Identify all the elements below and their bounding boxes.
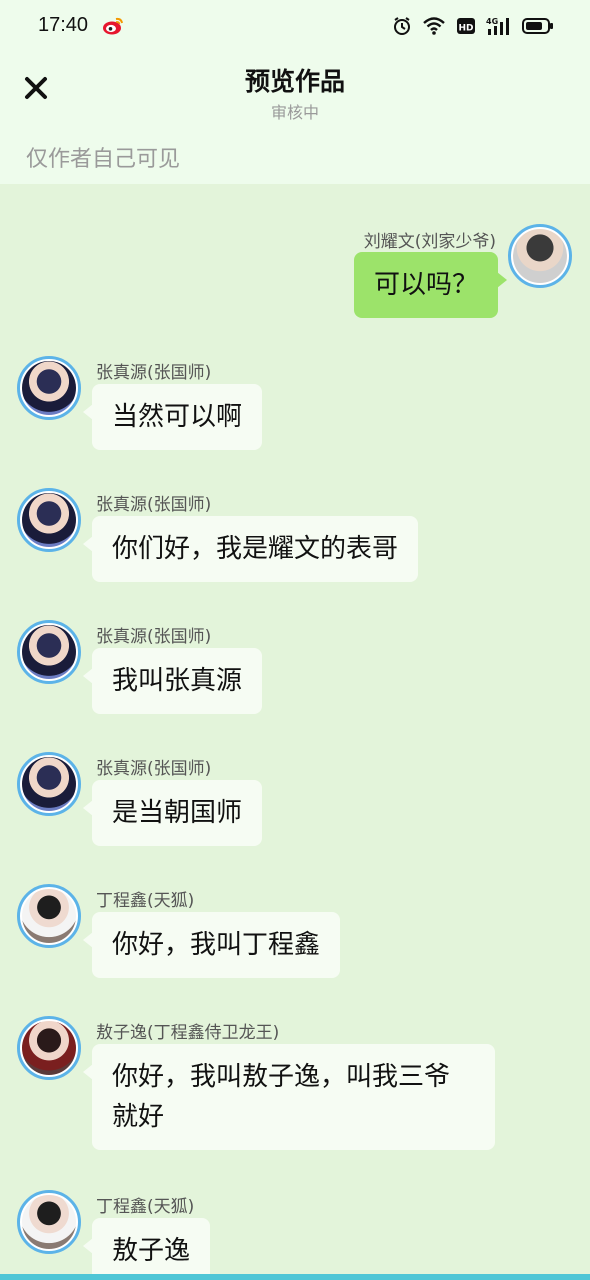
hd-icon: HD	[457, 18, 475, 34]
avatar[interactable]	[17, 884, 81, 948]
sender-name: 丁程鑫(天狐)	[96, 891, 195, 911]
avatar[interactable]	[17, 620, 81, 684]
sender-name: 张真源(张国师)	[96, 495, 212, 515]
message-bubble[interactable]: 是当朝国师	[82, 780, 263, 846]
weibo-icon	[103, 17, 123, 35]
sender-name: 刘耀文(刘家少爷)	[363, 232, 496, 252]
avatar[interactable]	[17, 356, 81, 420]
avatar[interactable]	[17, 752, 81, 816]
avatar[interactable]	[17, 1190, 81, 1254]
sender-name: 丁程鑫(天狐)	[96, 1197, 195, 1217]
status-bar: 17:40 HD 4G	[0, 0, 590, 52]
message-bubble[interactable]: 你们好，我是耀文的表哥	[82, 516, 419, 582]
signal-4g-icon: 4G	[486, 17, 509, 35]
message-bubble[interactable]: 我叫张真源	[82, 648, 263, 714]
message-bubble[interactable]: 敖子逸	[82, 1218, 211, 1274]
review-status: 审核中	[270, 103, 319, 122]
visibility-note: 仅作者自己可见	[26, 147, 181, 172]
chat-list[interactable]: 刘耀文(刘家少爷) 可以吗？ 张真源(张国师) 当然可以啊 张真源(张国师) 你…	[0, 184, 590, 1274]
message-bubble[interactable]: 你好，我叫敖子逸，叫我三爷就好	[83, 1044, 495, 1150]
bottom-bar	[0, 1274, 590, 1280]
page-title: 预览作品	[244, 67, 345, 96]
top-area: 17:40 HD 4G 预览作品 审核中 仅作者自己可见	[0, 0, 590, 184]
wifi-icon	[423, 17, 445, 35]
battery-icon	[522, 18, 553, 34]
svg-text:4G: 4G	[486, 17, 498, 26]
sender-name: 敖子逸(丁程鑫侍卫龙王)	[96, 1023, 280, 1043]
status-time: 17:40	[38, 14, 89, 36]
svg-text:HD: HD	[458, 24, 473, 34]
sender-name: 张真源(张国师)	[96, 627, 212, 647]
avatar[interactable]	[17, 1016, 81, 1080]
status-icons: HD 4G	[392, 14, 554, 38]
avatar[interactable]	[508, 224, 572, 288]
avatar[interactable]	[17, 488, 81, 552]
sender-name: 张真源(张国师)	[96, 759, 212, 779]
message-bubble[interactable]: 当然可以啊	[82, 384, 263, 450]
sender-name: 张真源(张国师)	[96, 363, 212, 383]
alarm-icon	[394, 17, 410, 35]
message-bubble[interactable]: 你好，我叫丁程鑫	[82, 912, 341, 978]
message-bubble[interactable]: 可以吗？	[353, 252, 508, 318]
